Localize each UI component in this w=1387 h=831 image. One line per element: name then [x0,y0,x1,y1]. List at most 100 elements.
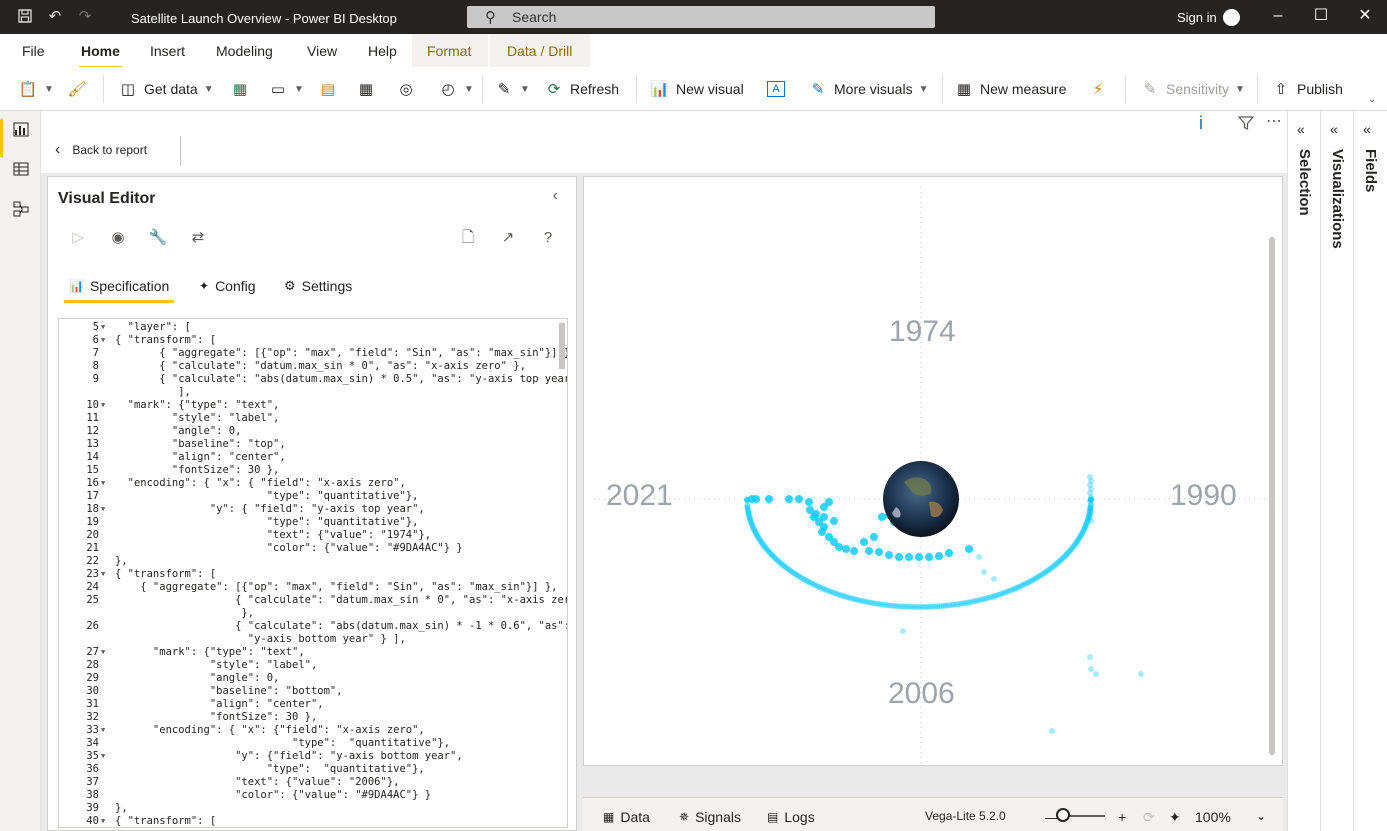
selection-pane[interactable]: « Selection [1287,111,1320,831]
get-data-button[interactable]: ◫ Get data ▼ [118,77,214,101]
expand-visualizations-icon[interactable]: « [1330,121,1338,137]
run-icon[interactable]: ▷ [68,228,88,248]
redo-icon[interactable]: ↷ [76,8,94,26]
publish-icon: ⇧ [1274,81,1288,98]
excel-button[interactable]: ▦ [230,77,250,101]
code-text: "mark": {"type": "text", [115,646,305,658]
code-line: ], [59,386,559,399]
code-scrollbar[interactable] [559,323,565,369]
title-bar: ↶ ↷ Satellite Launch Overview - Power BI… [0,0,1387,34]
report-view-icon[interactable] [11,121,31,141]
zoom-in-icon[interactable]: + [1118,809,1126,825]
tab-config-label: Config [215,278,256,294]
code-line: 27 ▼ "mark": {"type": "text", [59,646,559,659]
dataverse-button[interactable]: ◎ [396,77,416,101]
more-options-icon[interactable]: ⋯ [1266,111,1282,131]
reset-zoom-icon[interactable]: ⟳ [1143,809,1155,826]
code-line: 13 "baseline": "top", [59,438,559,451]
fields-pane[interactable]: « Fields [1353,111,1387,831]
chevron-down-icon: ▼ [1235,83,1245,95]
fit-icon[interactable]: ✦ [1169,809,1181,826]
year-label-top: 1974 [889,315,956,348]
refresh-button[interactable]: ⟳ Refresh [544,77,619,101]
filter-icon[interactable] [1237,115,1255,134]
expand-selection-icon[interactable]: « [1297,121,1305,137]
swap-icon[interactable]: ⇄ [188,228,208,248]
tab-data-drill[interactable]: Data / Drill [507,43,572,59]
year-label-left: 2021 [606,479,673,512]
sign-in-link[interactable]: Sign in [1177,10,1217,25]
close-icon[interactable]: ✕ [1355,6,1375,26]
auto-run-icon[interactable]: ◉ [108,228,128,248]
line-number: 26 [86,620,99,632]
tab-data[interactable]: ▦ Data [603,809,650,825]
fold-arrow-icon[interactable]: ▼ [101,334,105,347]
paste-button[interactable]: 📋 ▼ [18,77,54,101]
save-icon[interactable] [16,8,34,26]
fold-arrow-icon[interactable]: ▼ [101,477,105,490]
new-spec-icon[interactable]: 🗋 [458,228,478,248]
model-view-icon[interactable] [11,201,31,221]
zoom-slider-thumb[interactable] [1056,808,1070,822]
ribbon-expand-button[interactable]: ⌄ [1368,87,1376,111]
info-icon[interactable]: i [1199,113,1203,134]
table-icon: ▦ [358,81,374,98]
tab-specification[interactable]: 📊 Specification [63,278,175,303]
search-box[interactable]: ⚲ Search [467,6,935,28]
text-box-icon: A [767,81,785,97]
tab-insert[interactable]: Insert [150,43,185,59]
tab-format[interactable]: Format [427,43,471,59]
new-visual-button[interactable]: 📊 New visual [650,77,744,101]
text-box-button[interactable]: A [767,77,785,101]
fold-arrow-icon[interactable]: ▼ [101,321,105,334]
data-hub-button[interactable]: ▭ ▼ [268,77,304,101]
sql-server-button[interactable]: ▤ [318,77,338,101]
minimize-icon[interactable]: – [1268,6,1288,26]
refresh-icon: ⟳ [547,81,561,98]
fold-arrow-icon[interactable]: ▼ [101,399,105,412]
format-painter-button[interactable]: 🖌 [67,77,87,101]
publish-button[interactable]: ⇧ Publish [1271,77,1343,101]
back-to-report-link[interactable]: ‹ Back to report [55,141,147,159]
visualizations-pane[interactable]: « Visualizations [1320,111,1353,831]
fold-arrow-icon[interactable]: ▼ [101,568,105,581]
more-visuals-button[interactable]: ✎ More visuals ▼ [808,77,929,101]
chevron-down-icon[interactable]: ⌄ [1256,809,1266,823]
line-number: 19 [86,516,99,528]
wrench-icon[interactable]: 🔧 [148,228,168,248]
tab-view[interactable]: View [307,43,337,59]
code-text: { "calculate": "datum.max_sin * 0", "as"… [115,594,568,606]
tab-help[interactable]: Help [368,43,397,59]
export-icon[interactable]: ↗ [498,228,518,248]
fold-arrow-icon[interactable]: ▼ [101,503,105,516]
new-measure-button[interactable]: ▦ New measure [954,77,1066,101]
tab-settings[interactable]: ⚙ Settings [284,278,352,294]
recent-sources-button[interactable]: ◴ ▼ [438,77,473,101]
vertical-scrollbar[interactable] [1269,237,1275,755]
fold-arrow-icon[interactable]: ▼ [101,646,105,659]
fold-arrow-icon[interactable]: ▼ [101,815,105,827]
zoom-slider-track[interactable] [1067,815,1105,817]
maximize-icon[interactable]: ☐ [1311,6,1331,26]
tab-file[interactable]: File [22,43,45,59]
undo-icon[interactable]: ↶ [46,8,64,26]
tab-config[interactable]: ✦ Config [199,278,256,294]
tab-signals[interactable]: ✵ Signals [679,809,741,825]
help-icon[interactable]: ? [538,228,558,248]
fold-arrow-icon[interactable]: ▼ [101,724,105,737]
transform-data-button[interactable]: ✎ ▼ [494,77,530,101]
tab-home[interactable]: Home [79,43,122,69]
data-view-icon[interactable] [11,161,31,181]
fold-arrow-icon[interactable]: ▼ [101,750,105,763]
expand-fields-icon[interactable]: « [1363,121,1371,137]
avatar[interactable] [1223,9,1240,26]
code-line: 19 "type": "quantitative"}, [59,516,559,529]
code-editor[interactable]: 5 ▼ "layer": [6 ▼{ "transform": [7 { "aggr… [58,318,568,828]
collapse-editor-icon[interactable]: ‹ [553,187,558,205]
enter-data-button[interactable]: ▦ [356,77,376,101]
sensitivity-button[interactable]: ✎ Sensitivity ▼ [1140,77,1245,101]
code-text: { "calculate": "abs(datum.max_sin) * -1 … [115,620,568,632]
tab-modeling[interactable]: Modeling [216,43,273,59]
quick-measure-button[interactable]: ⚡ [1088,77,1108,101]
tab-logs[interactable]: ▤ Logs [767,809,815,825]
